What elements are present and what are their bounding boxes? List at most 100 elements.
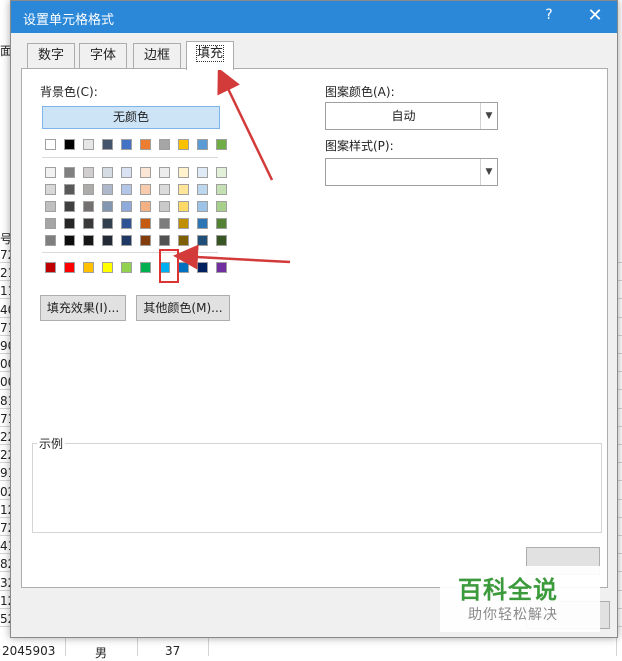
theme-shade-swatch[interactable] [121,235,132,246]
theme-shade-swatch[interactable] [45,218,56,229]
tab-number[interactable]: 数字 [27,43,76,68]
theme-shade-swatch[interactable] [64,167,75,178]
pattern-color-value: 自动 [391,109,416,123]
standard-color-swatch[interactable] [140,262,151,273]
theme-color-swatch[interactable] [121,139,132,150]
theme-shade-swatch[interactable] [159,201,170,212]
theme-shade-swatch[interactable] [83,201,94,212]
theme-shade-swatch[interactable] [178,235,189,246]
sample-label: 示例 [37,435,66,452]
tab-border[interactable]: 边框 [133,43,182,68]
theme-shade-swatch[interactable] [140,167,151,178]
standard-color-swatch[interactable] [45,262,56,273]
dialog-title-bar[interactable]: 设置单元格格式 ? ✕ [11,1,617,33]
theme-color-swatch[interactable] [83,139,94,150]
theme-color-swatch[interactable] [140,139,151,150]
theme-shade-swatch[interactable] [64,184,75,195]
more-colors-button[interactable]: 其他颜色(M)... [136,295,230,321]
no-color-button[interactable]: 无颜色 [42,106,220,129]
theme-shade-swatch[interactable] [159,184,170,195]
theme-shade-swatch[interactable] [102,218,113,229]
theme-shade-swatch[interactable] [64,235,75,246]
watermark-main-text: 百科全说 [458,576,558,604]
theme-color-swatch[interactable] [216,139,227,150]
theme-color-swatch[interactable] [64,139,75,150]
pattern-style-value [326,159,481,185]
theme-shade-swatch[interactable] [216,218,227,229]
theme-shade-swatch[interactable] [197,235,208,246]
theme-shade-swatch[interactable] [83,235,94,246]
theme-color-swatch[interactable] [178,139,189,150]
theme-shade-swatch[interactable] [102,167,113,178]
palette-divider [42,157,218,158]
theme-shade-swatch[interactable] [197,218,208,229]
theme-shade-swatch[interactable] [197,167,208,178]
standard-color-swatch[interactable] [216,262,227,273]
theme-shade-swatch[interactable] [102,201,113,212]
palette-divider [42,252,218,253]
standard-color-swatch[interactable] [178,262,189,273]
standard-color-swatch[interactable] [64,262,75,273]
theme-shade-swatch[interactable] [83,218,94,229]
standard-color-swatch[interactable] [197,262,208,273]
help-button[interactable]: ? [537,7,561,27]
tab-fill-label: 填充 [195,45,225,62]
theme-shade-swatch[interactable] [121,167,132,178]
theme-shade-swatch[interactable] [216,167,227,178]
theme-shade-swatch[interactable] [140,235,151,246]
theme-color-swatch[interactable] [102,139,113,150]
standard-color-swatch[interactable] [121,262,132,273]
watermark-logo: 百科全说 助你轻松解决 [440,566,600,632]
sheet-cell-gender: 男 [95,646,108,660]
theme-shade-swatch[interactable] [45,167,56,178]
theme-shade-swatch[interactable] [216,201,227,212]
theme-shade-swatch[interactable] [45,184,56,195]
standard-color-swatch[interactable] [102,262,113,273]
theme-shade-swatch[interactable] [121,201,132,212]
theme-shade-swatch[interactable] [159,235,170,246]
theme-shade-swatch[interactable] [102,235,113,246]
pattern-style-select[interactable]: ▼ [325,158,498,186]
fill-effects-button[interactable]: 填充效果(I)... [40,295,126,321]
theme-color-swatch[interactable] [197,139,208,150]
theme-shade-swatch[interactable] [121,184,132,195]
theme-shade-swatch[interactable] [102,184,113,195]
standard-color-swatch[interactable] [83,262,94,273]
theme-shade-swatch[interactable] [140,201,151,212]
tab-font[interactable]: 字体 [79,43,128,68]
theme-color-swatch[interactable] [159,139,170,150]
dialog-title: 设置单元格格式 [23,13,115,28]
chevron-down-icon[interactable]: ▼ [480,159,497,185]
theme-shade-swatch[interactable] [178,201,189,212]
tab-font-label: 字体 [90,48,117,63]
theme-shade-swatch[interactable] [64,201,75,212]
pattern-color-select[interactable]: 自动 ▼ [325,102,498,130]
theme-shade-swatch[interactable] [159,167,170,178]
theme-shade-swatch[interactable] [140,218,151,229]
theme-shade-swatch[interactable] [159,218,170,229]
theme-shade-swatch[interactable] [216,235,227,246]
chevron-down-icon[interactable]: ▼ [480,103,497,129]
theme-shade-swatch[interactable] [140,184,151,195]
theme-shade-swatch[interactable] [83,167,94,178]
theme-shade-swatch[interactable] [197,184,208,195]
pattern-color-label: 图案颜色(A): [325,85,395,99]
close-button[interactable]: ✕ [581,5,609,29]
theme-shade-swatch[interactable] [197,201,208,212]
background-color-label: 背景色(C): [40,85,98,99]
watermark-sub-text: 助你轻松解决 [468,607,558,623]
theme-shade-swatch[interactable] [178,167,189,178]
theme-shade-swatch[interactable] [121,218,132,229]
theme-shade-swatch[interactable] [83,184,94,195]
fill-tab-panel: 背景色(C): 无颜色 填充效果(I)... 其他颜色(M)... 图案颜色(A… [21,68,608,588]
theme-shade-swatch[interactable] [178,184,189,195]
theme-shade-swatch[interactable] [45,201,56,212]
theme-color-swatch[interactable] [45,139,56,150]
tab-fill[interactable]: 填充 [186,41,235,70]
sample-preview: 示例 [32,435,602,533]
theme-shade-swatch[interactable] [64,218,75,229]
format-cells-dialog: 设置单元格格式 ? ✕ 数字 字体 边框 填充 背景色(C): 无颜色 填充效果… [10,0,618,638]
theme-shade-swatch[interactable] [45,235,56,246]
theme-shade-swatch[interactable] [178,218,189,229]
theme-shade-swatch[interactable] [216,184,227,195]
